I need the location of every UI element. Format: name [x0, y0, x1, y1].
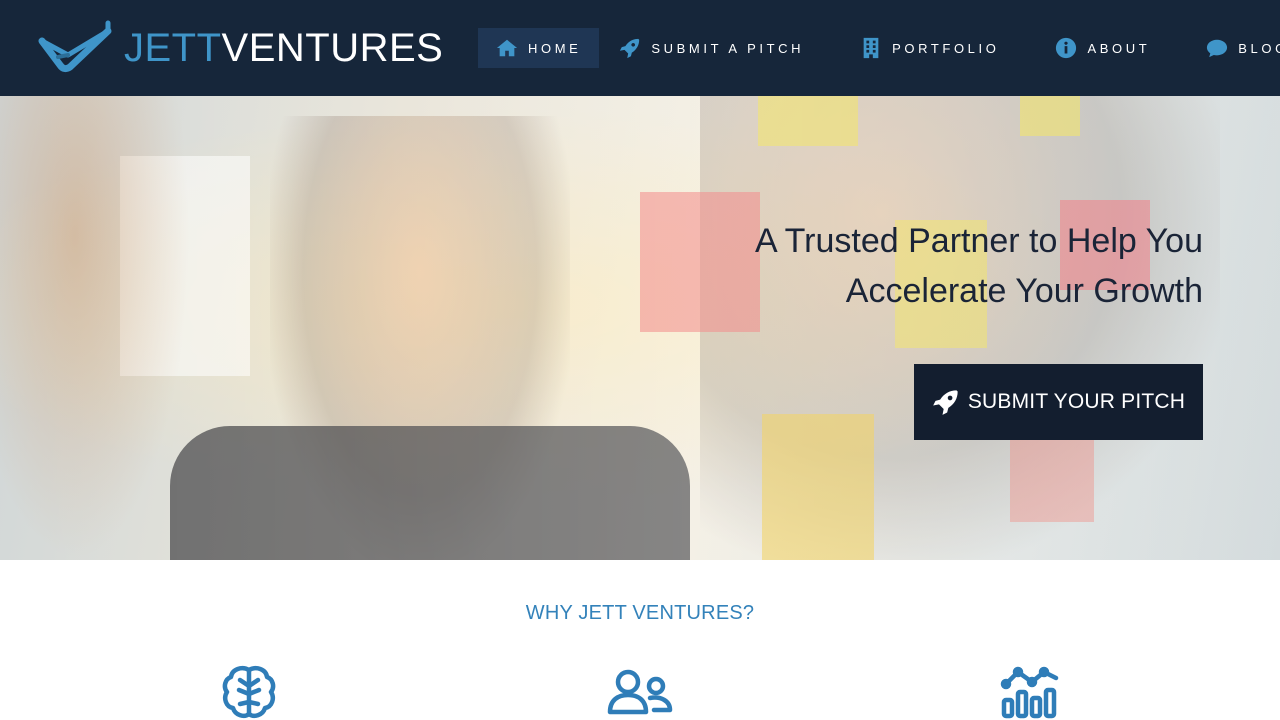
feature-icon-users [606, 664, 674, 720]
hero-banner: A Trusted Partner to Help You Accelerate… [0, 96, 1280, 560]
hero-title-line-1: A Trusted Partner to Help You [755, 222, 1203, 260]
hero-title: A Trusted Partner to Help You Accelerate… [603, 216, 1203, 316]
brain-icon [222, 666, 276, 718]
logo-mark-icon [38, 20, 112, 73]
nav-item-submit-a-pitch[interactable]: SUBMIT A PITCH [601, 28, 822, 68]
rocket-icon [620, 38, 640, 59]
building-icon [863, 37, 879, 59]
submit-pitch-button[interactable]: SUBMIT YOUR PITCH [914, 364, 1203, 440]
comment-icon [1207, 39, 1228, 58]
nav-item-home[interactable]: HOME [478, 28, 600, 68]
nav-label-portfolio: PORTFOLIO [892, 40, 1000, 56]
logo-wordmark: JETTVENTURES [124, 28, 443, 68]
home-icon [496, 39, 518, 57]
nav-item-about[interactable]: ABOUT [1037, 28, 1168, 68]
site-header: JETTVENTURES HOME SUBMIT A PITCH PORTFOL… [0, 0, 1280, 96]
hero-title-line-2: Accelerate Your Growth [845, 272, 1203, 310]
nav-item-portfolio[interactable]: PORTFOLIO [842, 28, 1017, 68]
feature-icon-chart [1000, 664, 1062, 720]
logo-text-jett: JETT [124, 26, 222, 70]
why-section-title: WHY JETT VENTURES? [525, 602, 755, 624]
submit-pitch-label: SUBMIT YOUR PITCH [967, 390, 1186, 413]
nav-label-submit-a-pitch: SUBMIT A PITCH [651, 40, 805, 56]
info-circle-icon [1056, 37, 1077, 59]
nav-label-home: HOME [528, 40, 582, 56]
main-nav: HOME SUBMIT A PITCH PORTFOLIO ABOUT BLOG [478, 28, 1280, 68]
feature-icon-brain [220, 664, 278, 720]
users-icon [607, 669, 673, 715]
nav-item-blog[interactable]: BLOG [1188, 28, 1280, 68]
chart-icon [1000, 666, 1059, 719]
hero-bg-wash [0, 96, 1280, 560]
nav-label-blog: BLOG [1238, 40, 1280, 56]
site-logo[interactable]: JETTVENTURES [38, 16, 443, 80]
rocket-icon [932, 390, 958, 415]
nav-label-about: ABOUT [1087, 40, 1151, 56]
logo-text-ventures: VENTURES [221, 26, 444, 70]
